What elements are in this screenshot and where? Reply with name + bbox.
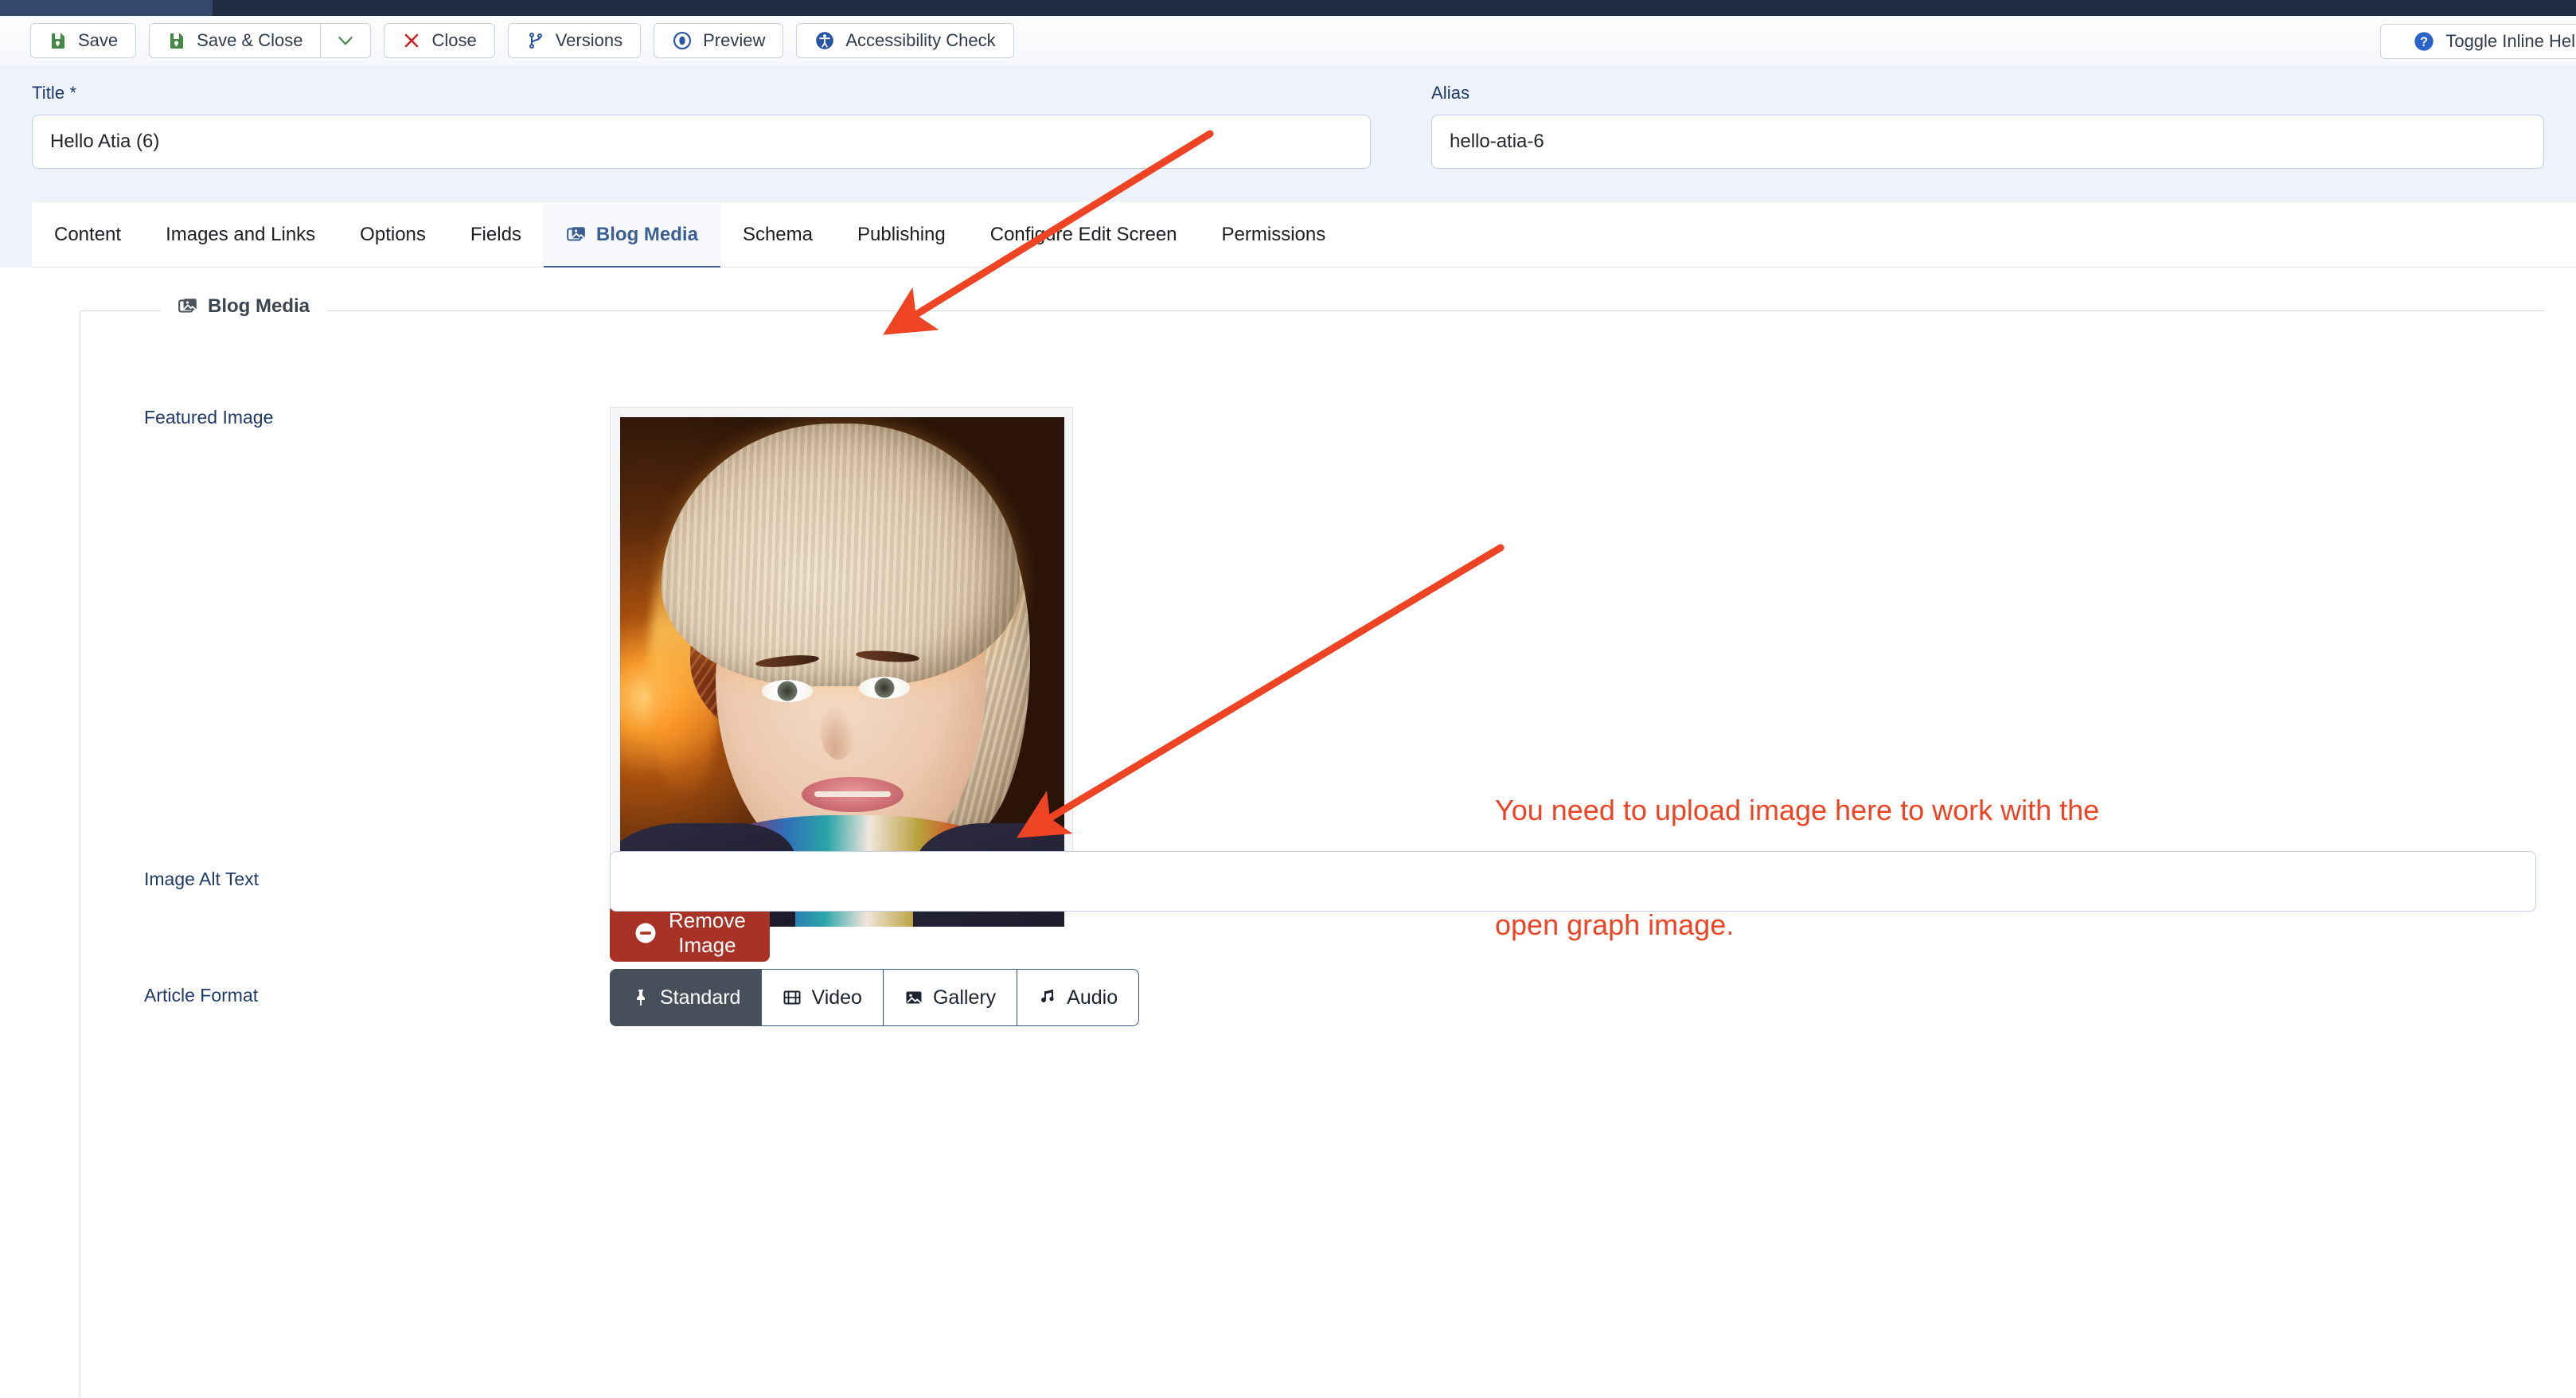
save-close-button-group: Save & Close: [149, 23, 372, 58]
tab-content[interactable]: Content: [32, 204, 143, 269]
admin-top-bar: [0, 0, 2576, 16]
legend-label: Blog Media: [208, 295, 310, 317]
tab-label: Publishing: [857, 223, 946, 245]
article-format-video-button[interactable]: Video: [761, 969, 884, 1026]
title-input[interactable]: [32, 115, 1371, 169]
tab-options[interactable]: Options: [338, 204, 448, 269]
tab-images-and-links[interactable]: Images and Links: [143, 204, 338, 269]
featured-image-thumbnail[interactable]: [620, 417, 1064, 927]
article-format-button-group: Standard Video Gallery Audio: [610, 969, 1140, 1026]
article-format-label: Audio: [1067, 986, 1118, 1009]
blog-media-legend: Blog Media: [160, 295, 328, 318]
editor-toolbar: Save Save & Close Close Versions Preview…: [0, 16, 2576, 65]
photo-nose: [821, 704, 856, 760]
image-alt-text-input[interactable]: [610, 851, 2536, 912]
title-alias-row: Title * Alias: [0, 65, 2576, 202]
photo-lips: [802, 777, 904, 812]
article-format-label: Standard: [660, 986, 741, 1009]
alias-label: Alias: [1431, 83, 1470, 103]
tab-fields[interactable]: Fields: [448, 204, 544, 269]
tab-label: Permissions: [1221, 223, 1326, 245]
featured-image-row: Featured Image Remove Image: [80, 407, 1073, 962]
photo-eye-left: [762, 680, 813, 702]
tab-schema[interactable]: Schema: [720, 204, 835, 269]
remove-image-button[interactable]: Remove Image: [610, 904, 770, 962]
photo-eye-right: [859, 677, 910, 699]
versions-button[interactable]: Versions: [507, 23, 642, 58]
svg-text:?: ?: [2420, 35, 2428, 49]
article-format-label: Gallery: [932, 986, 997, 1009]
close-button-label: Close: [431, 30, 477, 50]
blog-media-fieldset: Blog Media Featured Image Remove Image I…: [80, 295, 2544, 1398]
article-format-label: Video: [811, 986, 862, 1009]
save-icon: [49, 31, 68, 50]
tab-label: Schema: [742, 223, 813, 245]
accessibility-person-icon: [814, 30, 835, 51]
alias-field-group: Alias: [1399, 65, 2576, 202]
blog-media-panel: Blog Media Featured Image Remove Image I…: [0, 267, 2576, 1398]
tab-label: Configure Edit Screen: [989, 223, 1177, 245]
sidebar-stub: [0, 0, 213, 16]
save-button-label: Save: [78, 30, 119, 50]
tab-strip: Content Images and Links Options Fields …: [32, 202, 2576, 269]
portrait-photo: [620, 417, 1064, 927]
image-stack-icon: [178, 296, 198, 317]
tab-publishing[interactable]: Publishing: [835, 204, 968, 269]
image-alt-text-row: Image Alt Text: [80, 851, 2536, 912]
versions-branch-icon: [526, 31, 545, 50]
article-format-row: Article Format Standard Video Gallery Au…: [80, 969, 1140, 1026]
tab-label: Content: [54, 223, 122, 245]
chevron-down-icon: [335, 30, 356, 51]
close-button[interactable]: Close: [384, 23, 495, 58]
toggle-inline-help-label: Toggle Inline Hel: [2445, 31, 2575, 51]
tab-label: Options: [360, 223, 426, 245]
preview-button-label: Preview: [703, 30, 766, 50]
film-icon: [783, 988, 802, 1007]
minus-circle-icon: [634, 921, 658, 945]
alias-input[interactable]: [1431, 115, 2544, 169]
question-circle-icon: ?: [2413, 30, 2435, 53]
title-field-group: Title *: [0, 65, 1399, 202]
tab-permissions[interactable]: Permissions: [1200, 204, 1348, 269]
save-icon: [167, 31, 186, 50]
accessibility-check-label: Accessibility Check: [845, 30, 996, 50]
tab-label: Blog Media: [595, 223, 698, 245]
music-note-icon: [1038, 988, 1057, 1007]
tab-label: Fields: [470, 223, 521, 245]
tab-blog-media[interactable]: Blog Media: [543, 203, 720, 269]
tab-strip-wrapper: Content Images and Links Options Fields …: [0, 202, 2576, 269]
image-icon: [904, 988, 923, 1007]
tab-configure-edit-screen[interactable]: Configure Edit Screen: [968, 204, 1200, 269]
eye-preview-icon: [672, 30, 693, 51]
article-format-gallery-button[interactable]: Gallery: [882, 969, 1018, 1026]
title-label: Title *: [32, 83, 77, 103]
toolbar-right-group: ? Toggle Inline Hel: [2380, 24, 2576, 59]
versions-button-label: Versions: [555, 30, 623, 50]
tab-label: Images and Links: [166, 223, 316, 245]
save-button[interactable]: Save: [30, 23, 137, 58]
article-format-audio-button[interactable]: Audio: [1017, 969, 1140, 1026]
image-alt-text-label: Image Alt Text: [144, 869, 260, 889]
save-options-dropdown-button[interactable]: [320, 23, 372, 58]
pin-icon: [631, 988, 650, 1007]
article-format-label: Article Format: [144, 985, 259, 1006]
close-x-icon: [402, 31, 421, 50]
featured-image-label: Featured Image: [144, 407, 274, 428]
image-stack-icon: [566, 225, 587, 245]
save-and-close-label: Save & Close: [197, 30, 303, 50]
accessibility-check-button[interactable]: Accessibility Check: [796, 23, 1014, 58]
article-format-standard-button[interactable]: Standard: [610, 969, 763, 1026]
save-and-close-button[interactable]: Save & Close: [149, 23, 321, 58]
preview-button[interactable]: Preview: [654, 23, 784, 58]
remove-image-label: Remove Image: [669, 908, 746, 957]
toggle-inline-help-button[interactable]: ? Toggle Inline Hel: [2380, 24, 2576, 59]
